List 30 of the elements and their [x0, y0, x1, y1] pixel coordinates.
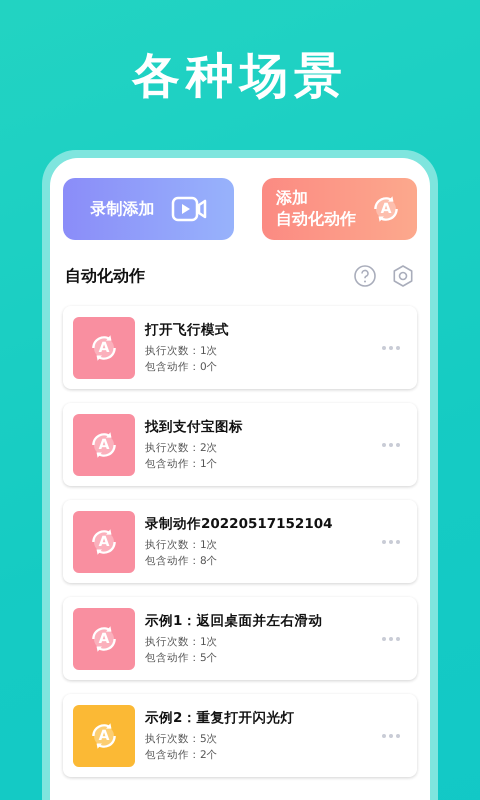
run-count: 执行次数：1次 [145, 538, 219, 552]
action-count: 包含动作：0个 [145, 360, 219, 374]
automation-title: 示例1：返回桌面并左右滑动 [145, 612, 324, 630]
more-icon[interactable] [381, 344, 401, 350]
automation-card[interactable]: A 示例1：返回桌面并左右滑动 执行次数：1次 包含动作：5个 [63, 597, 417, 680]
run-count: 执行次数：1次 [145, 635, 219, 649]
automation-title: 找到支付宝图标 [145, 418, 244, 436]
more-icon[interactable] [381, 442, 401, 448]
action-count: 包含动作：2个 [145, 748, 219, 762]
run-count: 执行次数：1次 [145, 344, 219, 358]
headline: 各种场景 [132, 47, 348, 106]
automation-title: 示例2：重复打开闪光灯 [145, 709, 296, 727]
more-icon[interactable] [381, 636, 401, 642]
automation-card[interactable]: A 示例2：重复打开闪光灯 执行次数：5次 包含动作：2个 [63, 694, 417, 777]
automation-card[interactable]: A 打开飞行模式 执行次数：1次 包含动作：0个 [63, 306, 417, 389]
run-count: 执行次数：5次 [145, 732, 219, 746]
action-count: 包含动作：8个 [145, 554, 219, 568]
automation-title: 录制动作20220517152104 [145, 515, 334, 533]
automation-card[interactable]: A 录制动作20220517152104 执行次数：1次 包含动作：8个 [63, 500, 417, 583]
action-count: 包含动作：1个 [145, 457, 219, 471]
more-icon[interactable] [381, 732, 401, 738]
automation-title: 打开飞行模式 [145, 321, 230, 339]
video-camera-icon [170, 196, 206, 222]
action-count: 包含动作：5个 [145, 651, 219, 665]
more-icon[interactable] [381, 538, 401, 544]
settings-icon[interactable] [391, 264, 415, 288]
section-title: 自动化动作 [65, 266, 146, 286]
run-count: 执行次数：2次 [145, 441, 219, 455]
help-icon[interactable] [353, 264, 377, 288]
automation-card[interactable]: A 找到支付宝图标 执行次数：2次 包含动作：1个 [63, 403, 417, 486]
